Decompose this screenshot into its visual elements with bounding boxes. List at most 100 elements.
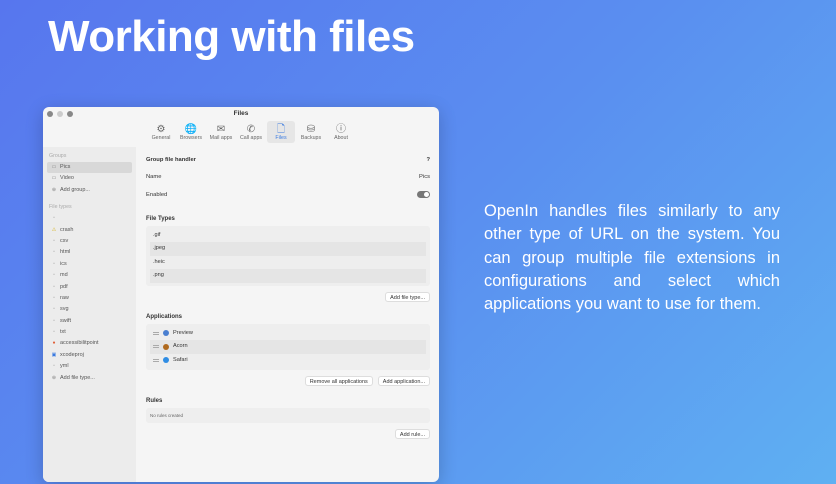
sidebar-filetype-item[interactable]: ▫ csv [47, 236, 132, 247]
remove-all-applications-button[interactable]: Remove all applications [304, 376, 373, 386]
tab-label: About [334, 135, 348, 141]
sidebar-group-item[interactable]: ▭ Video [47, 173, 132, 184]
filetype-label: svg [60, 306, 69, 313]
sidebar-filetype-item[interactable]: ▫ txt [47, 327, 132, 338]
add-filetype-button[interactable]: ⊕ Add file type... [47, 373, 132, 384]
application-row[interactable]: Preview [150, 327, 426, 341]
filetype-label: html [60, 249, 71, 256]
name-value[interactable]: Pics [419, 174, 430, 180]
sidebar-filetype-item[interactable]: ▫ html [47, 247, 132, 258]
drag-handle-icon[interactable] [153, 345, 159, 349]
filetype-row[interactable]: .jpeg [150, 242, 426, 256]
gear-icon: ⚙ [156, 124, 166, 135]
add-filetype-label: Add file type... [60, 374, 95, 381]
app-name: Acorn [173, 343, 188, 349]
applications-title: Applications [146, 313, 183, 320]
filetype-label: accessibilitpoint [60, 340, 99, 347]
filetype-label: raw [60, 294, 69, 301]
add-group-label: Add group... [60, 186, 90, 193]
enabled-label: Enabled [146, 191, 168, 198]
document-icon: 🗋 [276, 124, 286, 135]
phone-icon: ✆ [246, 124, 256, 135]
group-label: Video [60, 175, 74, 182]
file-icon: ▫ [53, 249, 55, 256]
sidebar-group-item[interactable]: ▭ Pics [47, 162, 132, 174]
group-label: Pics [60, 164, 71, 170]
filetype-row[interactable]: .gif [150, 229, 426, 243]
tab-browsers[interactable]: 🌐 Browsers [177, 121, 205, 143]
sidebar-filetype-item[interactable]: ▫ md [47, 270, 132, 281]
drive-icon: ⛁ [306, 124, 316, 135]
tab-call-apps[interactable]: ✆ Call apps [237, 121, 265, 143]
file-icon: ▫ [53, 237, 55, 244]
toolbar: ⚙ General 🌐 Browsers ✉ Mail apps ✆ Call apps 🗋 Fi… [147, 121, 355, 143]
tab-about[interactable]: ⓘ About [327, 121, 355, 143]
application-row[interactable]: Acorn [150, 340, 426, 354]
name-label: Name [146, 174, 162, 181]
filetype-label: csv [60, 237, 69, 244]
file-icon: ▫ [53, 329, 55, 336]
groups-header: Groups [49, 153, 67, 159]
sidebar-filetype-item[interactable]: ● accessibilitpoint [47, 338, 132, 349]
sidebar-filetype-item[interactable]: ▫ pdf [47, 282, 132, 293]
folder-icon: ▭ [51, 175, 57, 182]
add-filetype-button[interactable]: Add file type... [385, 291, 430, 302]
group-title: Group file handler [146, 156, 196, 163]
sidebar-filetype-item[interactable]: ▫ yml [47, 361, 132, 372]
tab-general[interactable]: ⚙ General [147, 121, 175, 143]
app-icon [163, 330, 169, 337]
window-title: Files [233, 110, 249, 117]
rules-empty: No rules created [146, 408, 430, 423]
filetypes-header: File types [49, 204, 72, 211]
help-button[interactable]: ? [426, 157, 430, 163]
filetype-label: pdf [60, 283, 68, 290]
headline: Working with files [48, 12, 415, 61]
preferences-window: Files ⚙ General 🌐 Browsers ✉ Mail apps ✆ Call a… [43, 107, 439, 482]
app-icon [163, 357, 169, 364]
file-icon: ▫ [53, 294, 55, 301]
app-name: Safari [173, 356, 188, 363]
add-rule-button[interactable]: Add rule... [394, 429, 430, 439]
filetype-row[interactable]: .heic [150, 256, 426, 270]
tab-backups[interactable]: ⛁ Backups [297, 121, 325, 143]
filetype-row[interactable]: .png [150, 269, 426, 283]
sidebar-filetype-item[interactable]: ▫ raw [47, 293, 132, 304]
sidebar-filetype-item[interactable]: ▫ swift [47, 316, 132, 327]
sidebar-filetype-item[interactable]: ▫ svg [47, 304, 132, 315]
file-icon: ▫ [53, 363, 55, 370]
sidebar-filetype-item[interactable]: ▫ [47, 213, 132, 224]
filetype-label: ics [60, 260, 67, 267]
drag-handle-icon[interactable] [153, 331, 159, 335]
file-icon: ⚠ [51, 226, 57, 233]
sidebar: Groups ▭ Pics ▭ Video ⊕ Add group... File ty… [43, 147, 136, 482]
tab-files[interactable]: 🗋 Files [267, 121, 295, 143]
add-group-button[interactable]: ⊕ Add group... [47, 185, 132, 196]
drag-handle-icon[interactable] [153, 358, 159, 362]
tab-mail-apps[interactable]: ✉ Mail apps [207, 121, 235, 143]
tab-label: Backups [300, 135, 322, 141]
rules-title: Rules [146, 398, 163, 404]
file-icon: ▫ [53, 283, 55, 290]
application-row[interactable]: Safari [150, 354, 426, 368]
app-icon [163, 343, 169, 350]
filetypes-list: .gif .jpeg .heic .png [146, 225, 430, 286]
group-detail: Group file handler? Name Pics Enabled Fil… [136, 147, 439, 482]
add-icon: ⊕ [51, 374, 57, 381]
folder-icon: ▭ [51, 164, 57, 170]
tab-label: Mail apps [209, 135, 233, 141]
tab-label: Call apps [239, 135, 263, 141]
sidebar-filetype-item[interactable]: ▫ ics [47, 259, 132, 270]
sidebar-filetype-item[interactable]: ▣ xcodeproj [47, 350, 132, 361]
file-icon: ▫ [53, 306, 55, 313]
file-icon: ▫ [53, 260, 55, 267]
app-name: Preview [173, 329, 193, 336]
enabled-toggle[interactable] [417, 191, 430, 199]
add-application-button[interactable]: Add application... [377, 376, 430, 386]
applications-list: Preview Acorn Safari [146, 323, 430, 370]
description: OpenIn handles files similarly to any ot… [484, 202, 780, 314]
file-icon: ▫ [53, 317, 55, 324]
tab-label: Browsers [179, 135, 203, 141]
filetypes-title: File Types [146, 215, 175, 222]
sidebar-filetype-item[interactable]: ⚠ crash [47, 225, 132, 236]
filetype-label: crash [60, 226, 74, 233]
